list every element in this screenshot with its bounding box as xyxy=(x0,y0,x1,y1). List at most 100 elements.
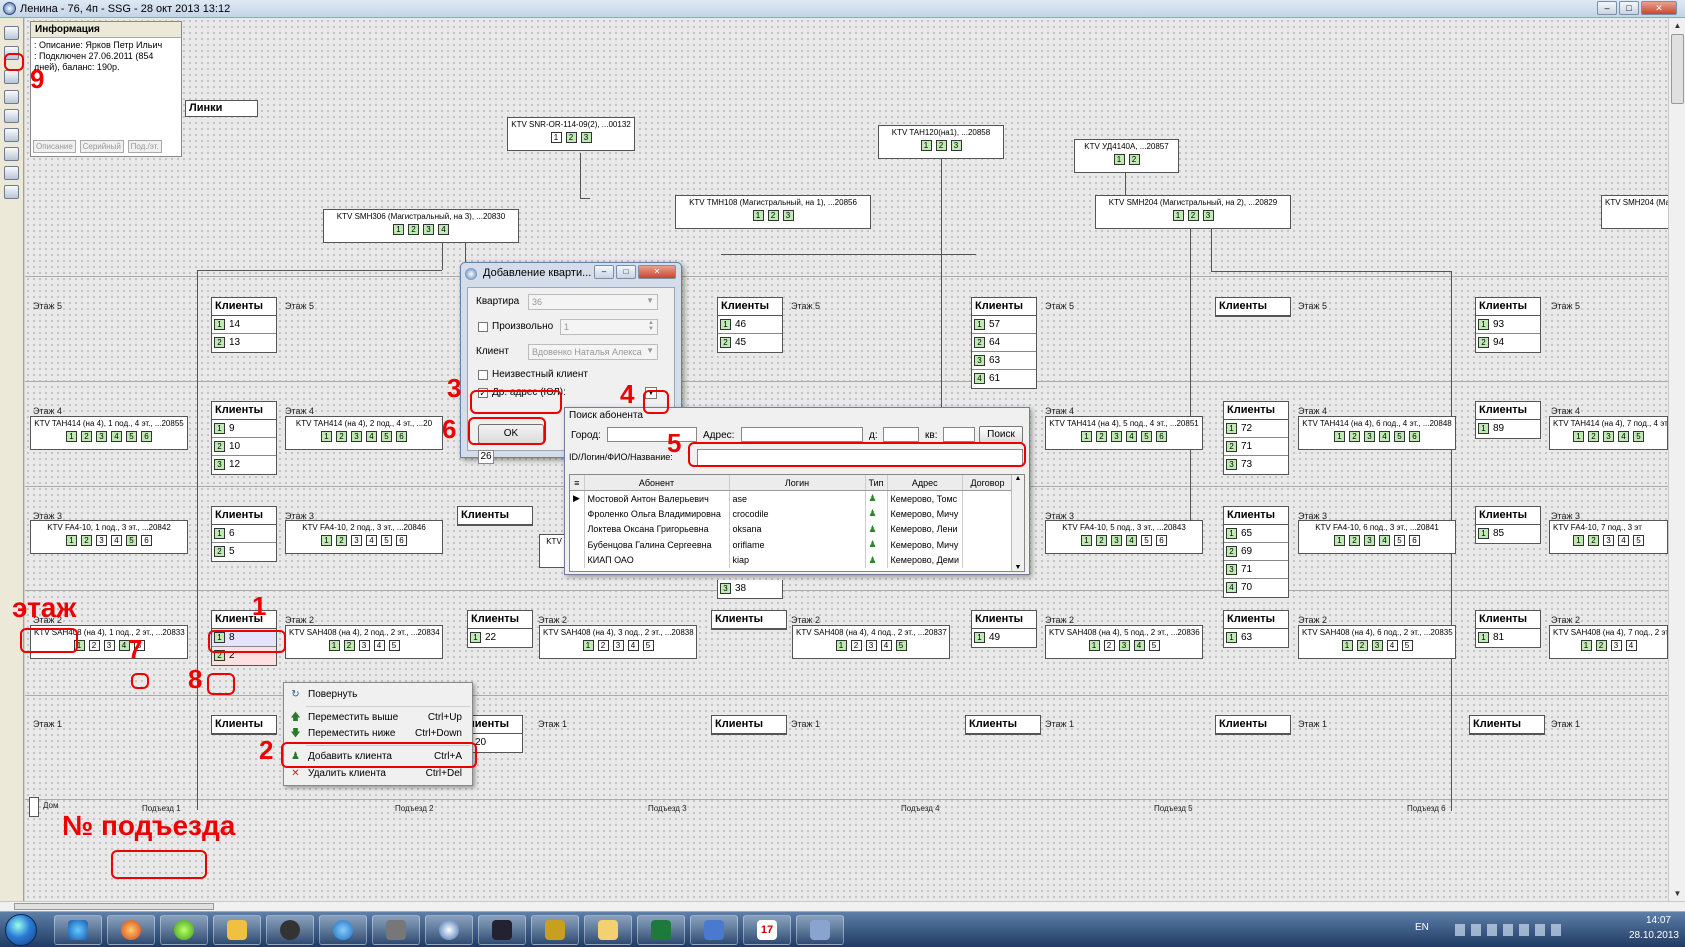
port[interactable]: 2 xyxy=(81,535,92,546)
port[interactable]: 6 xyxy=(1409,431,1420,442)
apartment-number[interactable]: 94 xyxy=(1493,337,1504,348)
port[interactable]: 4 xyxy=(1126,431,1137,442)
device-main[interactable]: KTV TMH108 (Магистральный, на 1), ...208… xyxy=(675,195,871,229)
clients-box[interactable]: Клиенты 1 81 xyxy=(1475,610,1541,648)
port[interactable]: 3 xyxy=(96,535,107,546)
port[interactable]: 5 xyxy=(126,431,137,442)
port[interactable]: 2 xyxy=(1096,431,1107,442)
clients-box[interactable]: Клиенты 19 2 10 3 12 xyxy=(211,401,277,475)
apartment-number[interactable]: 85 xyxy=(1493,528,1504,539)
port[interactable]: 1 xyxy=(1573,431,1584,442)
clients-box[interactable]: Клиенты xyxy=(211,715,277,735)
port[interactable]: 3 xyxy=(96,431,107,442)
table-row[interactable]: КИАП ОАО kiap ♟ Кемерово, Деми xyxy=(570,552,1013,568)
clients-box[interactable]: Клиенты 1 57 2 64 3 63 4 61 xyxy=(971,297,1037,389)
port[interactable]: 5 xyxy=(1633,535,1644,546)
port[interactable]: 4 xyxy=(373,640,385,651)
device-main[interactable]: KTV SMH204 (Магистральный, на 2), ...208… xyxy=(1095,195,1291,229)
port[interactable]: 1 xyxy=(393,224,404,235)
port[interactable]: 3 xyxy=(1111,535,1122,546)
port[interactable]: 5 xyxy=(1141,431,1152,442)
floor-device[interactable]: KTV SAH408 (на 4), 3 под., 2 эт., ...208… xyxy=(539,625,697,659)
port[interactable]: 2 xyxy=(935,140,947,151)
port[interactable]: 1 xyxy=(752,210,764,221)
port[interactable]: 2 xyxy=(81,431,92,442)
entrance-label[interactable]: Подъезд 4 xyxy=(901,804,940,813)
port[interactable]: 4 xyxy=(1379,431,1390,442)
chip-icon[interactable] xyxy=(372,915,420,945)
port[interactable]: 1 xyxy=(1081,431,1092,442)
port[interactable]: 6 xyxy=(141,431,152,442)
port[interactable]: 3 xyxy=(1202,210,1214,221)
start-button[interactable] xyxy=(5,914,37,946)
dialog-minimize-button[interactable]: – xyxy=(594,265,614,279)
port[interactable]: 2 xyxy=(565,132,577,143)
port[interactable]: 2 xyxy=(1588,535,1599,546)
close-button[interactable]: ✕ xyxy=(1641,1,1677,15)
port[interactable]: 5 xyxy=(1394,535,1405,546)
port[interactable]: 6 xyxy=(1409,535,1420,546)
context-menu[interactable]: ↻ Повернуть 🡅 Переместить выше Ctrl+Up 🡇… xyxy=(283,682,473,786)
ssg-icon[interactable] xyxy=(425,915,473,945)
device-main[interactable]: KTV SNR-OR-114-09(2), ...00132 123 xyxy=(507,117,635,151)
floor-device[interactable]: KTV TAH414 (на 4), 7 под., 4 эт 12345 xyxy=(1549,416,1668,450)
port[interactable]: 3 xyxy=(1118,640,1130,651)
apartment-number[interactable]: 13 xyxy=(229,337,240,348)
port[interactable]: 4 xyxy=(366,431,377,442)
port[interactable]: 2 xyxy=(408,224,419,235)
column-header[interactable]: Тип xyxy=(865,475,888,491)
city-input[interactable] xyxy=(607,427,697,442)
clients-box[interactable]: Клиенты 1 46 2 45 xyxy=(717,297,783,353)
menu-item-delete-client[interactable]: ✕ Удалить клиента Ctrl+Del xyxy=(286,766,472,782)
port[interactable]: 3 xyxy=(1603,431,1614,442)
apartment-number[interactable]: 49 xyxy=(989,632,1000,643)
floor-device[interactable]: KTV TAH414 (на 4), 5 под., 4 эт., ...208… xyxy=(1045,416,1203,450)
port[interactable]: 2 xyxy=(1128,154,1140,165)
port[interactable]: 4 xyxy=(111,535,122,546)
port[interactable]: 1 xyxy=(1113,154,1125,165)
apartment-number[interactable]: 6 xyxy=(229,528,235,539)
floor-device[interactable]: KTV SAH408 (на 4), 4 под., 2 эт., ...208… xyxy=(792,625,950,659)
port[interactable]: 4 xyxy=(1133,640,1145,651)
grid-scrollbar[interactable]: ▲ ▼ xyxy=(1011,475,1024,571)
port[interactable]: 4 xyxy=(1625,640,1637,651)
apartment-number[interactable]: 9 xyxy=(229,423,235,434)
horizontal-scrollbar[interactable] xyxy=(0,901,1685,911)
floor-device[interactable]: KTV FA4-10, 6 под., 3 эт., ...20841 1234… xyxy=(1298,520,1456,554)
clients-box[interactable]: Клиенты 1 72 2 71 3 73 xyxy=(1223,401,1289,475)
port[interactable]: 3 xyxy=(950,140,962,151)
apartment-number[interactable]: 63 xyxy=(989,355,1000,366)
client-select[interactable]: Вдовенко Наталья Алекса ▼ xyxy=(528,344,658,360)
port[interactable]: 1 xyxy=(1334,535,1345,546)
port[interactable]: 1 xyxy=(920,140,932,151)
port[interactable]: 3 xyxy=(612,640,624,651)
port[interactable]: 1 xyxy=(1573,535,1584,546)
port[interactable]: 2 xyxy=(1187,210,1199,221)
port[interactable]: 2 xyxy=(1349,535,1360,546)
port[interactable]: 5 xyxy=(381,535,392,546)
port[interactable]: 6 xyxy=(141,535,152,546)
apartment-number[interactable]: 71 xyxy=(1241,564,1252,575)
scroll-up-icon[interactable]: ▲ xyxy=(1671,19,1684,32)
device-main[interactable]: KTV УД4140А, ...20857 12 xyxy=(1074,139,1179,173)
port[interactable]: 2 xyxy=(1588,431,1599,442)
apartment-number[interactable]: 69 xyxy=(1241,546,1252,557)
port[interactable]: 2 xyxy=(343,640,355,651)
entrance-label[interactable]: Подъезд 3 xyxy=(648,804,687,813)
port[interactable]: 5 xyxy=(388,640,400,651)
port[interactable]: 3 xyxy=(580,132,592,143)
home-icon[interactable] xyxy=(4,109,19,123)
menu-item-move-up[interactable]: 🡅 Переместить выше Ctrl+Up xyxy=(286,710,472,726)
scroll-thumb[interactable] xyxy=(14,903,214,910)
port[interactable]: 5 xyxy=(126,535,137,546)
port[interactable]: 2 xyxy=(767,210,779,221)
scroll-down-icon[interactable]: ▼ xyxy=(1671,887,1684,900)
clients-box[interactable]: Клиенты 1 49 xyxy=(971,610,1037,648)
floor-device[interactable]: KTV SAH408 (на 4), 5 под., 2 эт., ...208… xyxy=(1045,625,1203,659)
description-button[interactable]: Описание xyxy=(33,140,76,153)
firefox-icon[interactable] xyxy=(107,915,155,945)
dialog-close-button[interactable]: ✕ xyxy=(638,265,676,279)
unknown-client-checkbox[interactable] xyxy=(478,370,488,380)
apartment-number[interactable]: 70 xyxy=(1241,582,1252,593)
apartment-number[interactable]: 46 xyxy=(735,319,746,330)
